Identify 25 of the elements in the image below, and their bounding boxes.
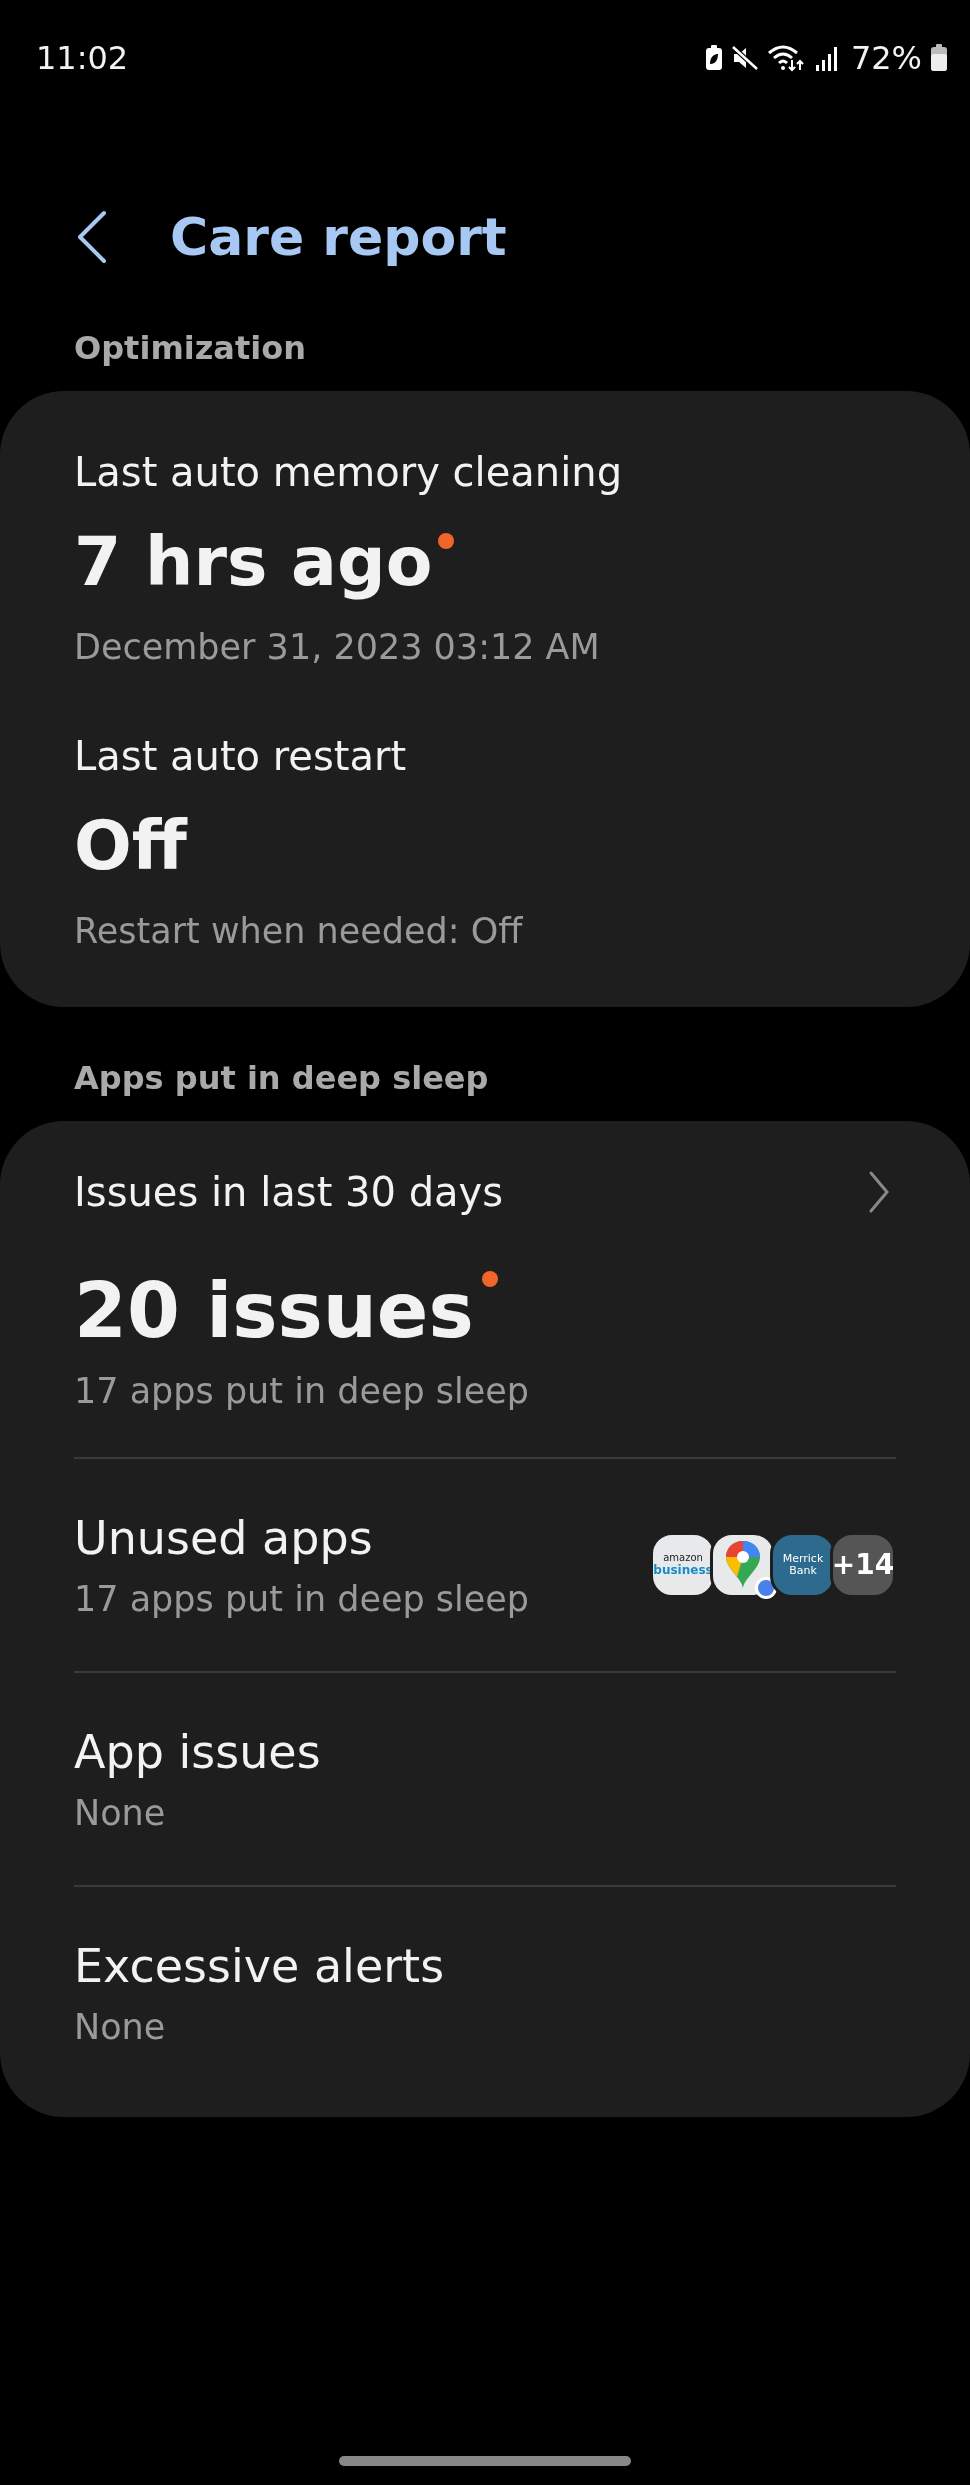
item-value: 7 hrs ago	[74, 522, 433, 601]
item-value: 20 issues	[74, 1266, 474, 1356]
row-subtitle: None	[74, 2006, 167, 2047]
item-value: Off	[74, 806, 187, 886]
mute-icon	[730, 45, 759, 71]
section-heading: Optimization	[73, 329, 307, 367]
row-title[interactable]: Unused apps	[74, 1510, 530, 1565]
row-title[interactable]: Excessive alerts	[74, 1938, 445, 1993]
signal-icon	[814, 45, 839, 71]
clock: 11:02	[36, 39, 129, 77]
section-heading: Apps put in deep sleep	[73, 1059, 490, 1098]
battery-saver-icon	[704, 45, 723, 71]
page-title: Care report	[170, 207, 507, 267]
row-subtitle: None	[74, 1792, 167, 1833]
battery-percentage: 72%	[850, 39, 922, 77]
item-detail: 17 apps put in deep sleep	[74, 1370, 531, 1411]
item-detail: Restart when needed: Off	[74, 911, 524, 952]
item-label: Last auto memory cleaning	[74, 449, 624, 495]
row-title[interactable]: App issues	[74, 1724, 321, 1779]
chevron-right-icon[interactable]	[868, 1170, 890, 1215]
item-label[interactable]: Issues in last 30 days	[74, 1169, 504, 1216]
item-detail: December 31, 2023 03:12 AM	[74, 627, 601, 668]
row-subtitle: 17 apps put in deep sleep	[74, 1578, 530, 1619]
item-label: Last auto restart	[74, 733, 408, 780]
battery-icon	[930, 44, 948, 72]
